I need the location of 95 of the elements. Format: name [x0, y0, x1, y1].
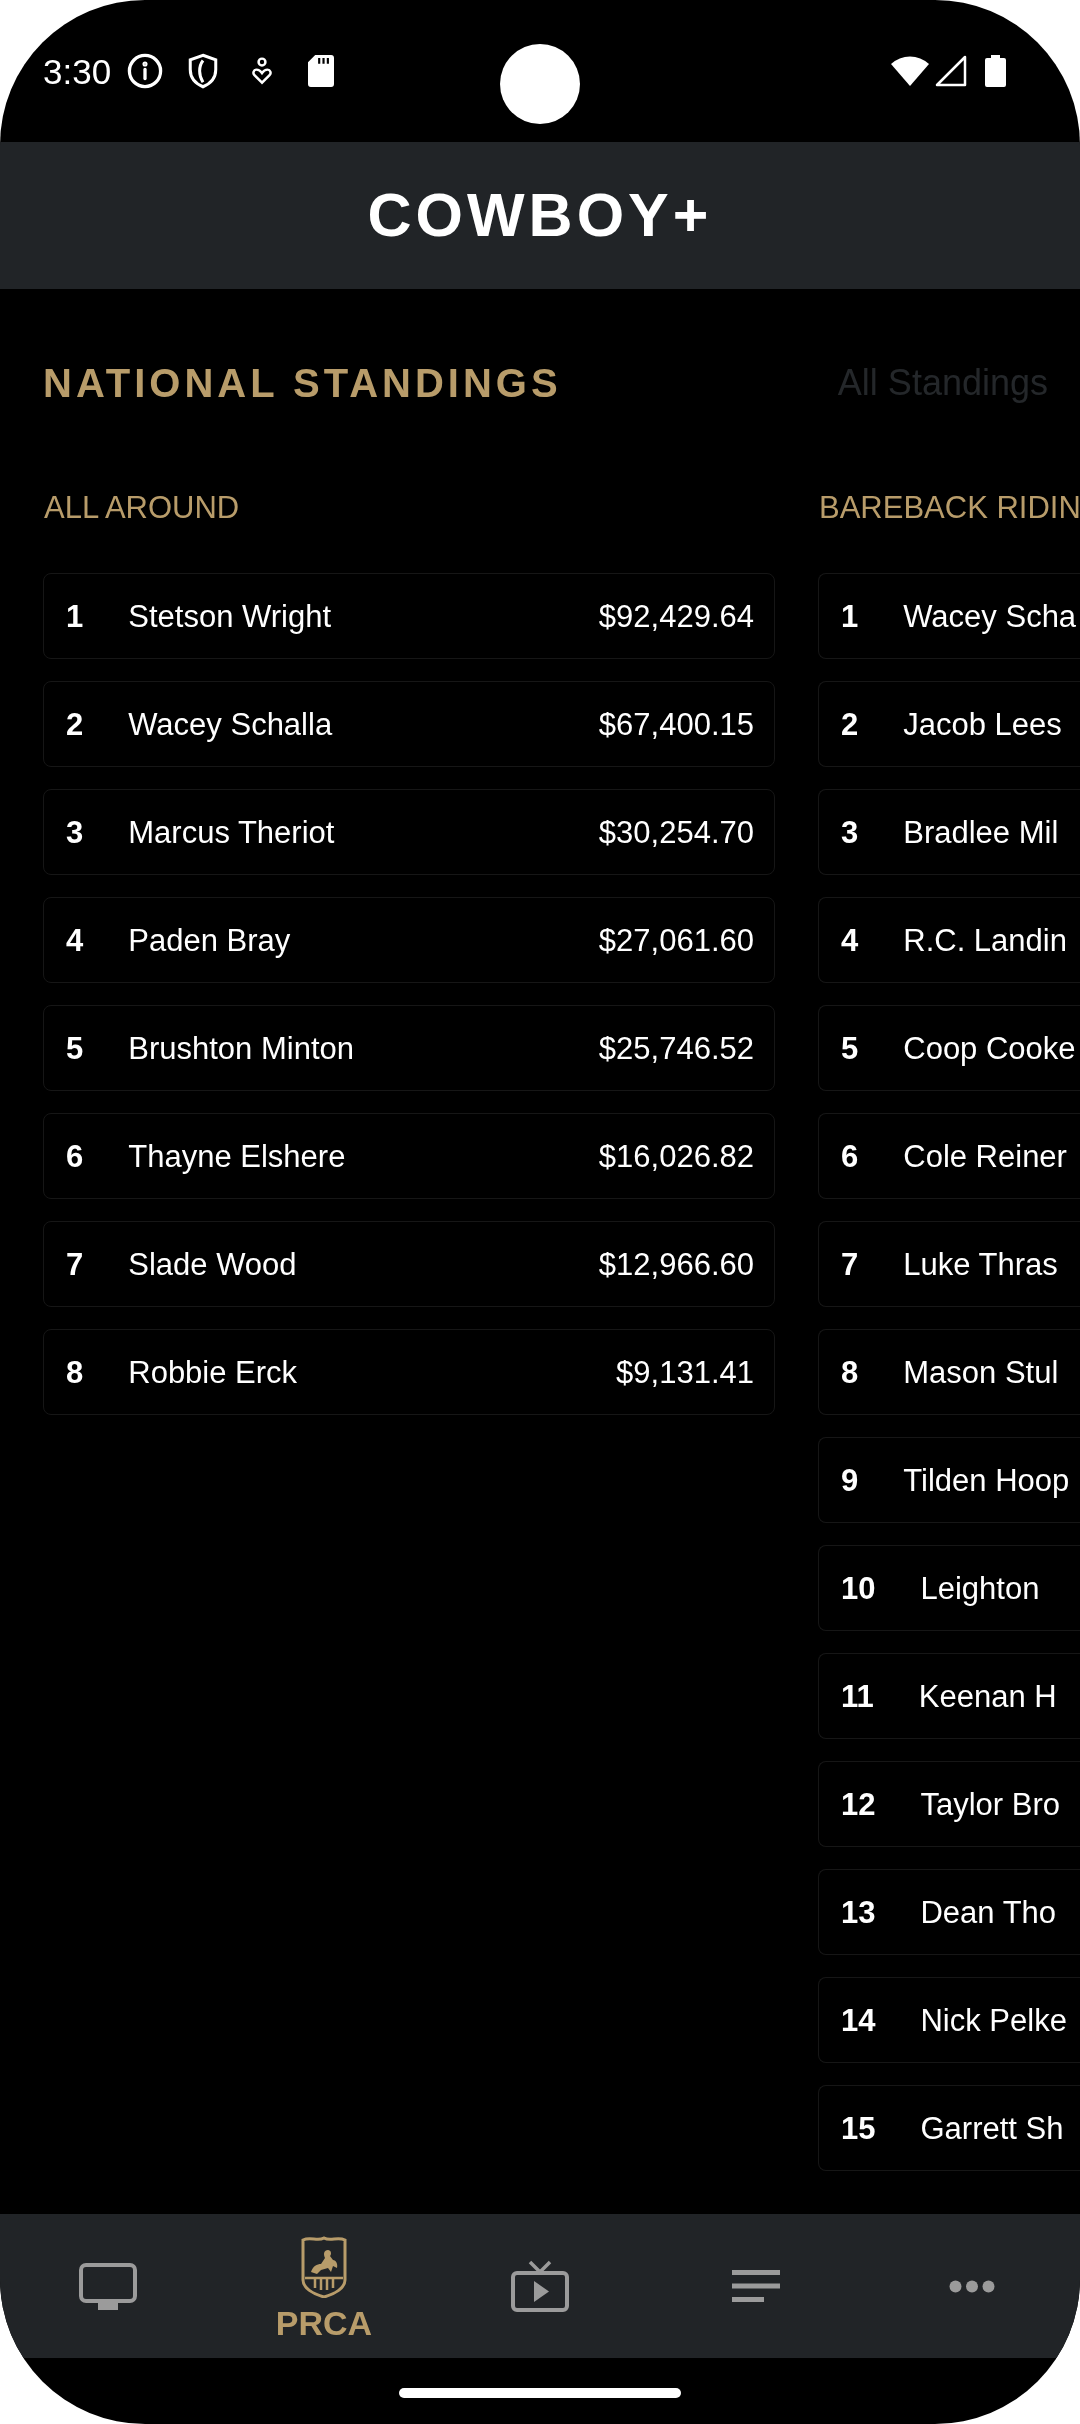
rank-number: 6 [66, 1140, 84, 1172]
athlete-name: Marcus Theriot [128, 816, 335, 848]
rank-number: 7 [841, 1248, 859, 1280]
standing-row[interactable]: 5 Coop Cooke [818, 1005, 1080, 1091]
earnings-amount: $12,966.60 [598, 1248, 754, 1280]
athlete-name: Mason Stul [903, 1356, 1059, 1388]
rank-number: 15 [841, 2112, 876, 2144]
standing-row[interactable]: 7 Slade Wood $12,966.60 [43, 1221, 775, 1307]
info-icon [127, 53, 164, 89]
rank-number: 8 [841, 1356, 859, 1388]
standing-row[interactable]: 7 Luke Thras [818, 1221, 1080, 1307]
section-title: NATIONAL STANDINGS [43, 360, 562, 406]
athlete-name: Bradlee Mil [903, 816, 1059, 848]
person-heart-icon [251, 57, 274, 85]
earnings-amount: $67,400.15 [598, 708, 754, 740]
athlete-name: R.C. Landin [903, 924, 1067, 956]
standing-row[interactable]: 1 Wacey Scha [818, 573, 1080, 659]
standing-row[interactable]: 2 Jacob Lees [818, 681, 1080, 767]
athlete-name: Paden Bray [128, 924, 291, 956]
standing-row[interactable]: 13 Dean Tho [818, 1869, 1080, 1955]
standing-row[interactable]: 3 Bradlee Mil [818, 789, 1080, 875]
earnings-amount: $25,746.52 [598, 1032, 754, 1064]
rank-number: 6 [841, 1140, 859, 1172]
standing-row[interactable]: 8 Mason Stul [818, 1329, 1080, 1415]
athlete-name: Garrett Sh [920, 2112, 1064, 2144]
athlete-name: Nick Pelke [920, 2004, 1067, 2036]
sd-card-icon [308, 55, 335, 87]
event-title: ALL AROUND [43, 490, 241, 525]
rank-number: 3 [841, 816, 859, 848]
earnings-amount: $92,429.64 [598, 600, 754, 632]
standing-row[interactable]: 15 Garrett Sh [818, 2085, 1080, 2171]
athlete-name: Coop Cooke [903, 1032, 1076, 1064]
rank-number: 7 [66, 1248, 84, 1280]
standing-row[interactable]: 10 Leighton [818, 1545, 1080, 1631]
earnings-amount: $16,026.82 [598, 1140, 754, 1172]
rank-number: 1 [66, 600, 84, 632]
earnings-amount: $9,131.41 [616, 1356, 754, 1388]
rank-number: 11 [841, 1680, 874, 1712]
athlete-name: Tilden Hoop [903, 1464, 1070, 1496]
standing-row[interactable]: 9 Tilden Hoop [818, 1437, 1080, 1523]
standing-row[interactable]: 8 Robbie Erck $9,131.41 [43, 1329, 775, 1415]
athlete-name: Leighton [920, 1572, 1040, 1604]
standing-row[interactable]: 4 R.C. Landin [818, 897, 1080, 983]
status-time: 3:30 [43, 53, 112, 89]
standing-row[interactable]: 2 Wacey Schalla $67,400.15 [43, 681, 775, 767]
standing-row[interactable]: 1 Stetson Wright $92,429.64 [43, 573, 775, 659]
wifi-icon [891, 56, 929, 86]
athlete-name: Robbie Erck [128, 1356, 298, 1388]
app-logo: COWBOY+ [367, 185, 713, 246]
standing-row[interactable]: 5 Brushton Minton $25,746.52 [43, 1005, 775, 1091]
earnings-amount: $27,061.60 [598, 924, 754, 956]
lines-icon [732, 2270, 780, 2302]
athlete-name: Wacey Schalla [128, 708, 333, 740]
standing-row[interactable]: 3 Marcus Theriot $30,254.70 [43, 789, 775, 875]
shield-emblem-icon [301, 2236, 347, 2298]
rank-number: 9 [841, 1464, 859, 1496]
athlete-name: Brushton Minton [128, 1032, 354, 1064]
standing-row[interactable]: 6 Thayne Elshere $16,026.82 [43, 1113, 775, 1199]
shield-icon [188, 53, 219, 89]
tv-play-icon [511, 2260, 569, 2312]
rank-number: 8 [66, 1356, 84, 1388]
athlete-name: Dean Tho [920, 1896, 1057, 1928]
rank-number: 10 [841, 1572, 876, 1604]
athlete-name: Slade Wood [128, 1248, 297, 1280]
rank-number: 3 [66, 816, 84, 848]
rank-number: 2 [841, 708, 859, 740]
rank-number: 2 [66, 708, 84, 740]
standing-row[interactable]: 14 Nick Pelke [818, 1977, 1080, 2063]
standing-row[interactable]: 4 Paden Bray $27,061.60 [43, 897, 775, 983]
rank-number: 4 [66, 924, 84, 956]
standing-row[interactable]: 12 Taylor Bro [818, 1761, 1080, 1847]
earnings-amount: $30,254.70 [598, 816, 754, 848]
athlete-name: Luke Thras [903, 1248, 1058, 1280]
signal-icon [935, 55, 967, 87]
standing-row[interactable]: 11 Keenan H [818, 1653, 1080, 1739]
athlete-name: Taylor Bro [920, 1788, 1061, 1820]
monitor-icon [79, 2262, 137, 2310]
athlete-name: Keenan H [918, 1680, 1057, 1712]
athlete-name: Thayne Elshere [128, 1140, 346, 1172]
standing-row[interactable]: 6 Cole Reiner [818, 1113, 1080, 1199]
rank-number: 13 [841, 1896, 876, 1928]
more-icon [949, 2279, 995, 2293]
rank-number: 1 [841, 600, 859, 632]
rank-number: 12 [841, 1788, 876, 1820]
rank-number: 14 [841, 2004, 876, 2036]
rank-number: 4 [841, 924, 859, 956]
nav-tab[interactable]: PRCA [216, 2214, 432, 2358]
event-title: BAREBACK RIDIN [818, 490, 1080, 525]
athlete-name: Stetson Wright [128, 600, 331, 632]
rank-number: 5 [66, 1032, 84, 1064]
athlete-name: Cole Reiner [903, 1140, 1067, 1172]
athlete-name: Jacob Lees [903, 708, 1062, 740]
athlete-name: Wacey Scha [903, 600, 1077, 632]
battery-icon [985, 55, 1006, 87]
rank-number: 5 [841, 1032, 859, 1064]
